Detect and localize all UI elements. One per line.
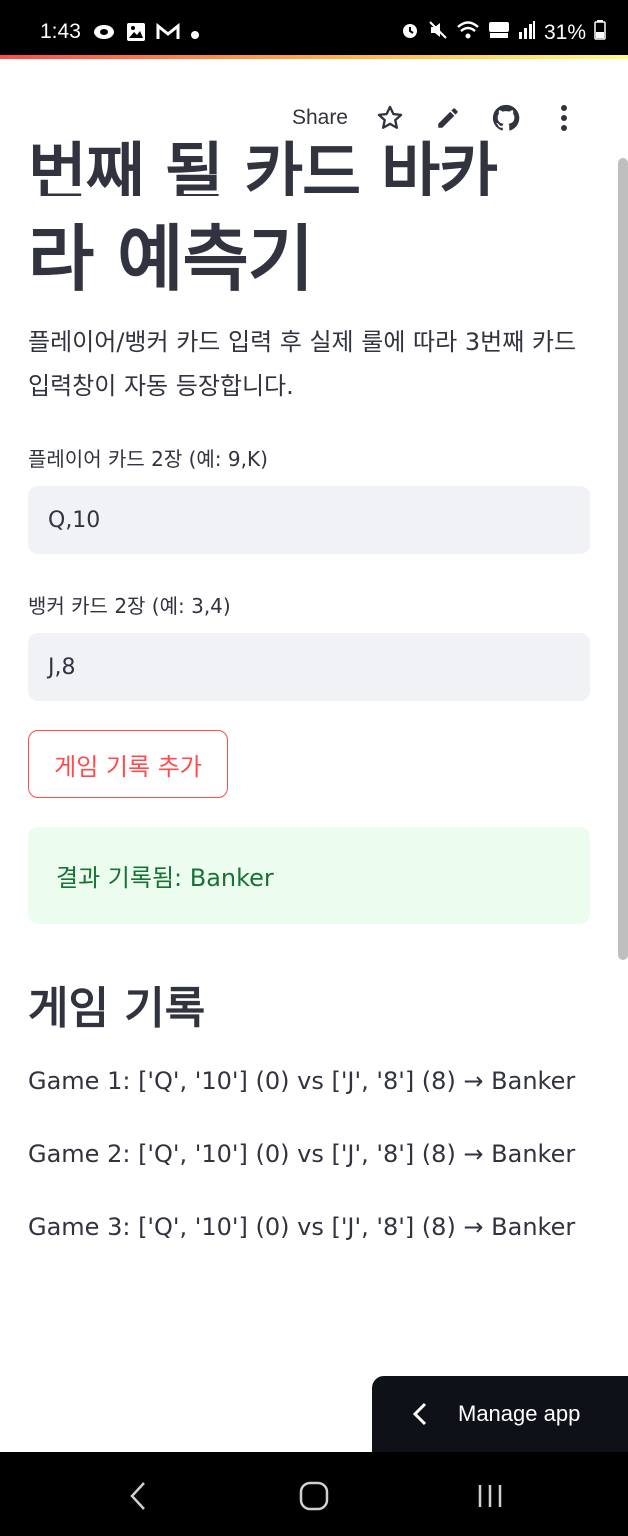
recent-apps-icon[interactable] bbox=[470, 1478, 510, 1514]
gallery-icon bbox=[126, 22, 146, 46]
wifi-icon bbox=[456, 20, 480, 46]
player-cards-label: 플레이어 카드 2장 (예: 9,K) bbox=[28, 447, 268, 471]
hd-voice-icon bbox=[488, 20, 510, 46]
battery-icon bbox=[594, 20, 606, 46]
alarm-icon bbox=[400, 20, 420, 46]
banker-cards-input[interactable]: J,8 bbox=[28, 633, 590, 701]
banker-cards-value: J,8 bbox=[48, 654, 76, 680]
history-record: Game 3: ['Q', '10'] (0) vs ['J', '8'] (8… bbox=[28, 1213, 576, 1241]
signal-icon bbox=[518, 20, 536, 46]
player-cards-value: Q,10 bbox=[48, 507, 101, 533]
status-time: 1:43 bbox=[40, 20, 81, 43]
page-description: 플레이어/뱅커 카드 입력 후 실제 룰에 따라 3번째 카드 입력창이 자동 … bbox=[28, 328, 577, 400]
page-title-partial: 번째 될 카드 바카 bbox=[28, 137, 498, 196]
history-record: Game 1: ['Q', '10'] (0) vs ['J', '8'] (8… bbox=[28, 1067, 576, 1095]
banker-cards-label: 뱅커 카드 2장 (예: 3,4) bbox=[28, 594, 231, 618]
history-title: 게임 기록 bbox=[28, 983, 206, 1034]
home-icon[interactable] bbox=[294, 1478, 334, 1514]
back-icon[interactable] bbox=[118, 1478, 158, 1514]
dot-icon bbox=[190, 25, 200, 44]
manage-app-label: Manage app bbox=[458, 1401, 581, 1426]
manage-app-button[interactable]: Manage app bbox=[372, 1376, 628, 1452]
eye-icon bbox=[92, 23, 116, 45]
status-bar: 1:43 31% bbox=[0, 0, 628, 58]
system-nav-bar bbox=[0, 1452, 628, 1536]
scrollbar[interactable] bbox=[618, 158, 628, 960]
page-title-overflow: 번째 될 카드 바카 bbox=[28, 120, 548, 196]
page-title: 라 예측기 bbox=[28, 217, 314, 301]
battery-text: 31% bbox=[543, 21, 586, 44]
header-decoration bbox=[0, 55, 628, 59]
add-game-record-button[interactable]: 게임 기록 추가 bbox=[28, 730, 228, 798]
more-vert-icon[interactable] bbox=[548, 102, 580, 134]
player-cards-input[interactable]: Q,10 bbox=[28, 486, 590, 554]
gmail-icon bbox=[156, 22, 180, 45]
history-record: Game 2: ['Q', '10'] (0) vs ['J', '8'] (8… bbox=[28, 1140, 576, 1168]
result-message: 결과 기록됨: Banker bbox=[56, 864, 274, 892]
mute-icon bbox=[428, 20, 448, 46]
chevron-left-icon bbox=[412, 1402, 428, 1426]
result-success-alert: 결과 기록됨: Banker bbox=[28, 827, 590, 924]
